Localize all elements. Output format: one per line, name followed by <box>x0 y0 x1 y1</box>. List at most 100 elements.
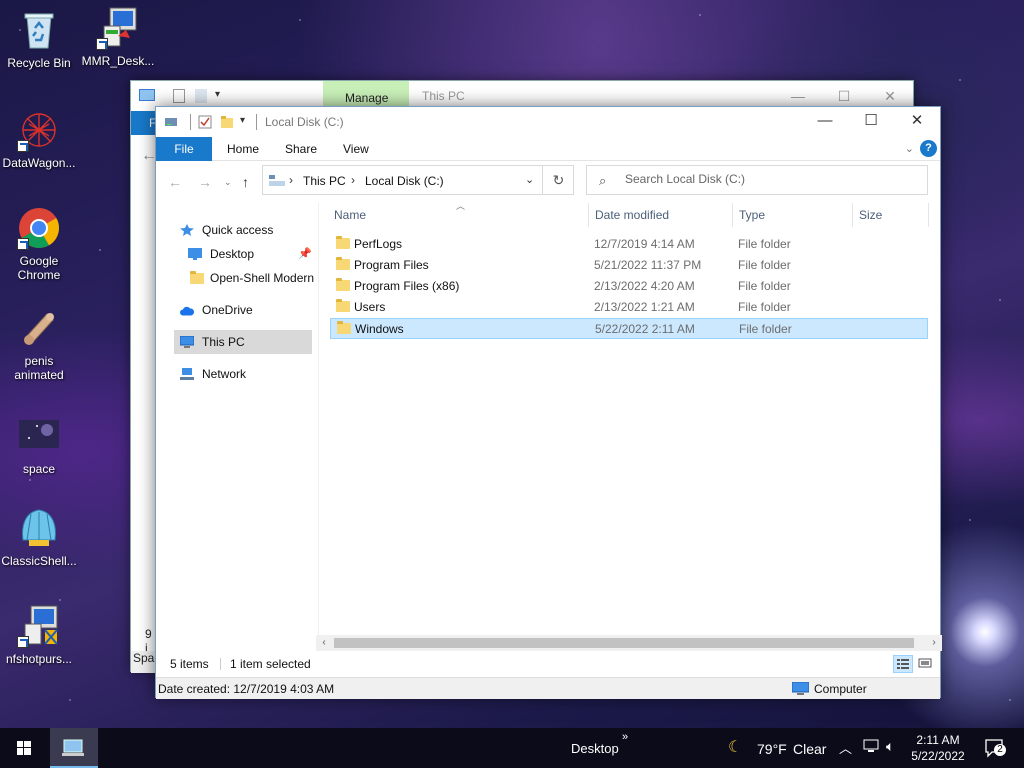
desktop-icon-recycle-bin[interactable]: Recycle Bin <box>1 8 77 70</box>
shortcut-arrow-icon <box>17 140 29 152</box>
file-name: Program Files <box>354 258 429 272</box>
explorer-window[interactable]: ▾ Local Disk (C:) — ☐ ✕ File Home Share … <box>155 106 942 699</box>
properties-icon[interactable] <box>173 89 185 103</box>
nav-onedrive[interactable]: OneDrive <box>178 298 318 322</box>
recent-locations-icon[interactable]: ⌄ <box>224 177 232 188</box>
image-thumbnail-icon <box>17 414 61 458</box>
tab-file[interactable]: File <box>156 137 212 161</box>
nav-quick-access[interactable]: Quick access <box>178 218 318 242</box>
breadcrumb-separator-icon[interactable]: › <box>351 173 355 187</box>
scroll-right-button[interactable]: › <box>926 635 942 651</box>
search-box[interactable]: ⌕ <box>586 165 928 195</box>
up-button[interactable]: ↑ <box>242 174 249 190</box>
shortcut-arrow-icon <box>96 38 108 50</box>
desktop-toolbar-label[interactable]: Desktop <box>571 741 619 756</box>
minimize-button[interactable]: — <box>802 107 848 137</box>
start-button[interactable] <box>0 728 48 768</box>
properties-icon[interactable] <box>198 115 212 129</box>
breadcrumb-local-disk[interactable]: Local Disk (C:) <box>365 174 444 188</box>
toolbar-chevron-icon[interactable]: » <box>622 731 628 743</box>
shortcut-arrow-icon <box>17 238 29 250</box>
tab-home[interactable]: Home <box>227 137 259 161</box>
qat-dropdown-icon[interactable]: ▾ <box>240 115 245 126</box>
desktop-icon-space[interactable]: space <box>1 414 77 476</box>
help-icon[interactable]: ? <box>920 140 937 157</box>
desktop-icon-classicshell[interactable]: ClassicShell... <box>1 506 77 568</box>
nav-this-pc[interactable]: This PC <box>174 330 312 354</box>
desktop-icon-nfshotpurs[interactable]: nfshotpurs... <box>1 604 77 666</box>
close-button[interactable]: ✕ <box>894 107 940 137</box>
scrollbar-thumb[interactable] <box>334 638 914 648</box>
column-separator[interactable] <box>732 203 733 227</box>
column-header-size[interactable]: Size <box>859 203 929 227</box>
pin-icon[interactable]: 📌 <box>298 242 312 266</box>
nav-openshell[interactable]: Open-Shell Modern <box>186 266 316 290</box>
file-date: 5/21/2022 11:37 PM <box>594 258 702 272</box>
nav-network[interactable]: Network <box>178 362 318 386</box>
address-dropdown-icon[interactable]: ⌄ <box>525 173 534 186</box>
weather-condition[interactable]: Clear <box>793 741 826 757</box>
desktop-icon-penis-animated[interactable]: penis animated <box>1 306 77 382</box>
horizontal-scrollbar[interactable]: ‹ › <box>316 635 942 651</box>
desktop-icon-label: DataWagon... <box>2 156 76 170</box>
pane-divider[interactable] <box>318 203 319 643</box>
file-row[interactable]: Program Files (x86) 2/13/2022 4:20 AM Fi… <box>330 276 928 297</box>
desktop-icon-mmr[interactable]: MMR_Desk... <box>80 6 156 68</box>
tab-share[interactable]: Share <box>285 137 317 161</box>
taskbar-app-file-explorer[interactable] <box>50 728 98 768</box>
file-row-selected[interactable]: Windows 5/22/2022 2:11 AM File folder <box>330 318 928 339</box>
network-tray-icon[interactable] <box>863 739 879 756</box>
address-bar[interactable]: › This PC › Local Disk (C:) ⌄ <box>262 165 574 195</box>
details-view-button[interactable] <box>893 655 913 673</box>
details-view-icon <box>897 659 909 669</box>
column-separator[interactable] <box>588 203 589 227</box>
new-folder-icon[interactable] <box>195 89 207 103</box>
column-header-type[interactable]: Type <box>739 203 849 227</box>
file-name: Users <box>354 300 386 314</box>
breadcrumb-separator-icon[interactable]: › <box>289 173 293 187</box>
computer-icon <box>792 682 809 695</box>
clock[interactable]: 2:11 AM 5/22/2022 <box>908 732 968 764</box>
temperature[interactable]: 79°F <box>757 741 787 757</box>
back-button[interactable]: ← <box>168 174 182 190</box>
moon-weather-icon[interactable]: ☾ <box>728 737 742 757</box>
folder-icon <box>190 271 204 284</box>
network-icon <box>180 368 194 380</box>
new-folder-icon[interactable] <box>220 115 234 129</box>
volume-icon[interactable]: 🔈︎ <box>886 738 894 755</box>
breadcrumb-this-pc[interactable]: This PC <box>303 174 346 188</box>
show-hidden-icons-icon[interactable]: ︿ <box>839 738 852 757</box>
file-list: ︿ Name Date modified Type Size PerfLogs … <box>330 201 932 635</box>
file-row[interactable]: Users 2/13/2022 1:21 AM File folder <box>330 297 928 318</box>
this-pc-icon <box>139 89 155 101</box>
nav-label: Quick access <box>202 223 274 237</box>
column-header-date[interactable]: Date modified <box>595 203 730 227</box>
column-header-name[interactable]: Name <box>334 203 584 227</box>
column-separator[interactable] <box>852 203 853 227</box>
file-date: 2/13/2022 1:21 AM <box>594 300 695 314</box>
nav-label: This PC <box>202 335 245 349</box>
tab-view[interactable]: View <box>343 137 369 161</box>
nav-desktop[interactable]: Desktop 📌 <box>186 242 316 266</box>
drive-icon <box>165 118 177 126</box>
file-tab[interactable]: F <box>131 111 157 135</box>
notification-center-button[interactable]: 2 <box>984 738 1006 758</box>
desktop-icon-label: Recycle Bin <box>7 56 71 70</box>
scroll-left-button[interactable]: ‹ <box>316 635 332 651</box>
large-icons-view-button[interactable] <box>916 655 936 673</box>
desktop-icon-chrome[interactable]: Google Chrome <box>1 206 77 282</box>
qat-dropdown-icon[interactable]: ▾ <box>215 89 220 100</box>
expand-ribbon-icon[interactable]: ⌄ <box>905 142 914 155</box>
column-separator[interactable] <box>928 203 929 227</box>
file-type: File folder <box>738 300 791 314</box>
file-row[interactable]: PerfLogs 12/7/2019 4:14 AM File folder <box>330 234 928 255</box>
desktop-icon-label: space <box>22 462 56 476</box>
search-input[interactable] <box>625 172 915 186</box>
refresh-button[interactable]: ↻ <box>542 165 574 195</box>
maximize-button[interactable]: ☐ <box>848 107 894 137</box>
folder-icon <box>336 257 350 270</box>
forward-button[interactable]: → <box>198 174 212 190</box>
file-row[interactable]: Program Files 5/21/2022 11:37 PM File fo… <box>330 255 928 276</box>
desktop-icon-datawagon[interactable]: DataWagon... <box>1 108 77 170</box>
title-bar[interactable]: ▾ Local Disk (C:) — ☐ ✕ <box>156 107 940 137</box>
